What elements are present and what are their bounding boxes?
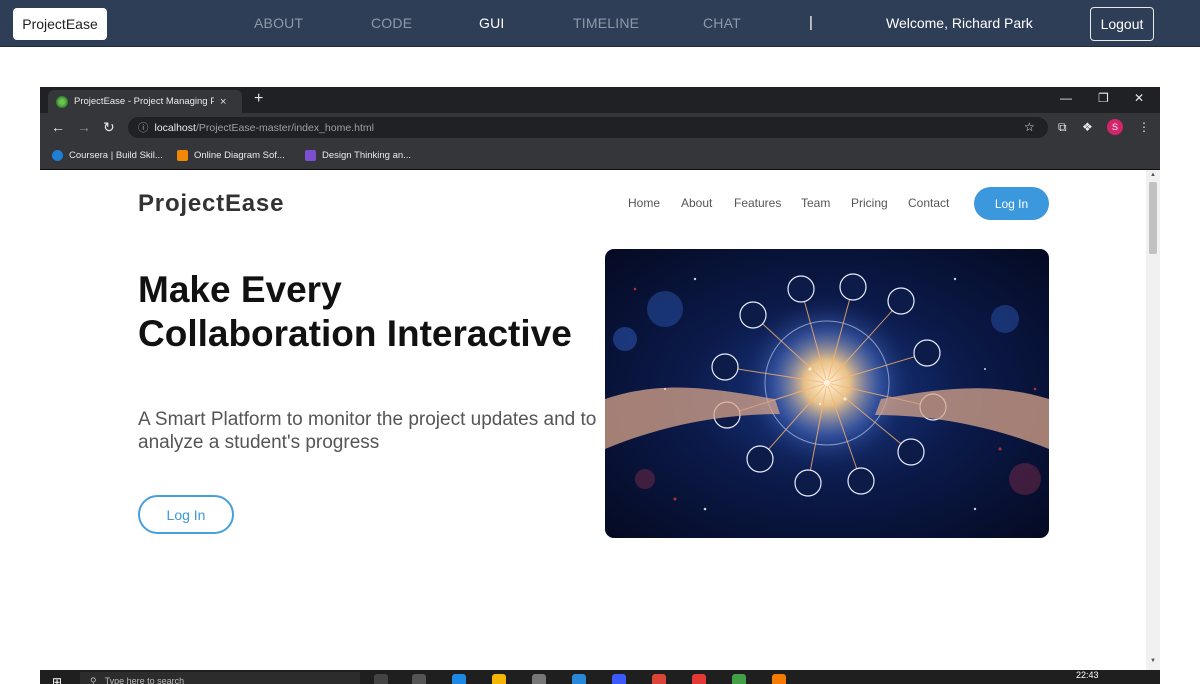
url-path: /ProjectEase-master/index_home.html [195, 121, 374, 134]
tab-title: ProjectEase - Project Managing P [74, 96, 214, 107]
nav-gui[interactable]: GUI [479, 15, 505, 31]
task-view-icon[interactable] [374, 674, 388, 684]
site-login-button[interactable]: Log In [974, 187, 1049, 220]
nav-code[interactable]: CODE [371, 15, 412, 31]
scroll-thumb[interactable] [1149, 182, 1157, 254]
taskbar-clock: 22:43 [1076, 670, 1099, 680]
gui-screenshot: ProjectEase - Project Managing P × + — ❐… [40, 87, 1160, 684]
app-red-icon[interactable] [692, 674, 706, 684]
logout-button[interactable]: Logout [1090, 7, 1154, 41]
network-illustration [605, 273, 1049, 511]
design-icon [305, 150, 316, 161]
new-tab-icon[interactable]: + [254, 90, 263, 108]
browser-tab[interactable]: ProjectEase - Project Managing P × [48, 90, 242, 113]
profile-avatar[interactable]: S [1107, 119, 1123, 135]
diagram-icon [177, 150, 188, 161]
site-nav-home[interactable]: Home [628, 196, 660, 210]
taskbar-search-input[interactable]: ⚲ Type here to search [80, 672, 360, 684]
app-green-icon[interactable] [732, 674, 746, 684]
hero-subtitle: A Smart Platform to monitor the project … [138, 409, 597, 453]
puzzle-icon[interactable]: ❖ [1082, 120, 1093, 134]
word-icon[interactable] [612, 674, 626, 684]
close-icon[interactable]: × [220, 96, 226, 108]
app-orange-icon[interactable] [772, 674, 786, 684]
window-close-icon[interactable]: ✕ [1134, 91, 1144, 105]
hero-network-image [605, 249, 1049, 538]
brand-button[interactable]: ProjectEase [13, 8, 107, 40]
url-host: localhost [154, 121, 196, 134]
site-nav-contact[interactable]: Contact [908, 196, 949, 210]
page-scrollbar[interactable]: ▲ ▼ [1146, 170, 1160, 670]
back-arrow-icon[interactable]: ← [51, 119, 65, 135]
taskbar-app-icon[interactable] [412, 674, 426, 684]
kebab-menu-icon[interactable]: ⋮ [1138, 120, 1150, 134]
nav-chat[interactable]: CHAT [703, 15, 741, 31]
search-icon: ⚲ [90, 675, 97, 684]
chrome-icon[interactable] [652, 674, 666, 684]
bookmarks-bar: Coursera | Build Skil... Online Diagram … [40, 142, 1160, 170]
welcome-text: Welcome, Richard Park [886, 15, 1033, 31]
nav-separator: | [809, 14, 813, 31]
scroll-down-icon[interactable]: ▼ [1150, 658, 1156, 664]
site-nav-about[interactable]: About [681, 196, 712, 210]
web-viewport: ProjectEase Home About Features Team Pri… [40, 170, 1146, 670]
restore-icon[interactable]: ❐ [1098, 91, 1109, 105]
favicon-icon [56, 95, 68, 108]
site-nav-pricing[interactable]: Pricing [851, 196, 888, 210]
bookmark-diagram[interactable]: Online Diagram Sof... [177, 150, 285, 161]
site-logo[interactable]: ProjectEase [138, 190, 284, 218]
address-bar-row: ← → ↻ ⓘ localhost/ProjectEase-master/ind… [40, 113, 1160, 142]
mail-icon[interactable] [572, 674, 586, 684]
windows-start-icon[interactable]: ⊞ [52, 675, 62, 684]
hero-login-button[interactable]: Log In [138, 495, 234, 534]
info-icon: ⓘ [138, 122, 149, 134]
forward-arrow-icon[interactable]: → [77, 119, 91, 135]
scroll-up-icon[interactable]: ▲ [1150, 172, 1156, 178]
nav-timeline[interactable]: TIMELINE [573, 15, 639, 31]
file-explorer-icon[interactable] [492, 674, 506, 684]
store-icon[interactable] [532, 674, 546, 684]
windows-taskbar: ⊞ ⚲ Type here to search 22:43 [40, 670, 1160, 684]
coursera-icon [52, 150, 63, 161]
extension-page-icon[interactable]: ⧉ [1058, 120, 1067, 135]
nav-about[interactable]: ABOUT [254, 15, 303, 31]
url-bar[interactable]: ⓘ localhost/ProjectEase-master/index_hom… [128, 117, 1048, 138]
reload-icon[interactable]: ↻ [103, 119, 115, 136]
minimize-icon[interactable]: — [1060, 91, 1072, 105]
bookmark-coursera[interactable]: Coursera | Build Skil... [52, 150, 163, 161]
top-navbar: ProjectEase ABOUT CODE GUI TIMELINE CHAT… [0, 0, 1200, 47]
bookmark-design-thinking[interactable]: Design Thinking an... [305, 150, 411, 161]
hero-title: Make Every Collaboration Interactive [138, 269, 572, 354]
edge-icon[interactable] [452, 674, 466, 684]
site-nav-team[interactable]: Team [801, 196, 830, 210]
site-nav-features[interactable]: Features [734, 196, 781, 210]
star-icon[interactable]: ☆ [1024, 120, 1035, 134]
browser-tab-strip: ProjectEase - Project Managing P × + — ❐… [40, 87, 1160, 113]
